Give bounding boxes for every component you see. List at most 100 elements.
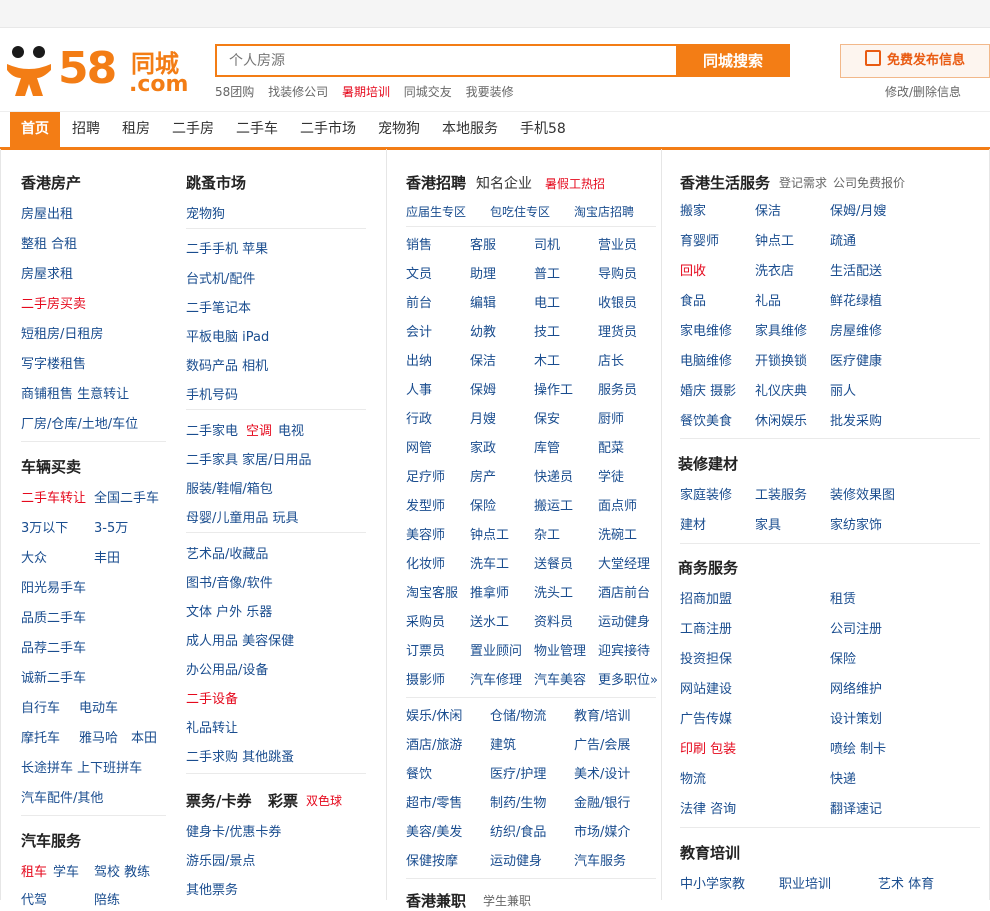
link[interactable]: 保洁 <box>470 350 496 369</box>
link[interactable]: 快递员 <box>534 466 573 485</box>
nav-item[interactable]: 手机58 <box>520 112 566 147</box>
link[interactable]: 导购员 <box>598 263 637 282</box>
link[interactable]: 销售 <box>406 234 432 253</box>
link[interactable]: 置业顾问 <box>470 640 522 659</box>
hot-jobs-link[interactable]: 暑假工热招 <box>545 175 605 192</box>
link[interactable]: 服装/鞋帽/箱包 <box>186 478 273 497</box>
link[interactable]: 摄影师 <box>406 669 445 688</box>
link[interactable]: 二手家电 <box>186 420 238 439</box>
link[interactable]: 图书/音像/软件 <box>186 572 273 591</box>
link[interactable]: 写字楼租售 <box>21 353 86 372</box>
link[interactable]: 资料员 <box>534 611 573 630</box>
link[interactable]: 编辑 <box>470 292 496 311</box>
link[interactable]: 人事 <box>406 379 432 398</box>
link[interactable]: 网管 <box>406 437 432 456</box>
link[interactable]: 雅马哈 <box>79 727 118 746</box>
link[interactable]: 健身卡/优惠卡券 <box>186 821 281 840</box>
link[interactable]: 礼品 <box>755 290 781 309</box>
link[interactable]: 全国二手车 <box>94 487 159 506</box>
hotlink[interactable]: 暑期培训 <box>342 85 390 99</box>
link[interactable]: 理货员 <box>598 321 637 340</box>
link[interactable]: 品荐二手车 <box>21 637 86 656</box>
link[interactable]: 中小学家教 <box>680 873 745 892</box>
link[interactable]: 送水工 <box>470 611 509 630</box>
link[interactable]: 推拿师 <box>470 582 509 601</box>
link[interactable]: 运动健身 <box>490 850 542 869</box>
link[interactable]: 迎宾接待 <box>598 640 650 659</box>
link[interactable]: 收银员 <box>598 292 637 311</box>
link[interactable]: 洗衣店 <box>755 260 794 279</box>
link[interactable]: 钟点工 <box>755 230 794 249</box>
link[interactable]: 月嫂 <box>470 408 496 427</box>
link[interactable]: 厂房/仓库/土地/车位 <box>21 413 138 432</box>
link[interactable]: 幼教 <box>470 321 496 340</box>
link[interactable]: 阳光易手车 <box>21 577 86 596</box>
link[interactable]: 礼品转让 <box>186 717 238 736</box>
link[interactable]: 化妆师 <box>406 553 445 572</box>
link[interactable]: 淘宝店招聘 <box>574 203 634 220</box>
link[interactable]: 文员 <box>406 263 432 282</box>
link[interactable]: 汽车美容 <box>534 669 586 688</box>
link[interactable]: 仓储/物流 <box>490 705 546 724</box>
link[interactable]: 3-5万 <box>94 517 128 536</box>
link[interactable]: 批发采购 <box>830 410 882 429</box>
link[interactable]: 短租房/日租房 <box>21 323 103 342</box>
nav-item[interactable]: 宠物狗 <box>378 112 420 147</box>
link[interactable]: 发型师 <box>406 495 445 514</box>
link[interactable]: 洗碗工 <box>598 524 637 543</box>
link[interactable]: 运动健身 <box>598 611 650 630</box>
link[interactable]: 包吃住专区 <box>490 203 550 220</box>
famous-companies-link[interactable]: 知名企业 <box>476 173 532 193</box>
link[interactable]: 医疗/护理 <box>490 763 546 782</box>
nav-item[interactable]: 招聘 <box>72 112 100 147</box>
link[interactable]: 大众 <box>21 547 47 566</box>
link[interactable]: 学车 <box>53 861 79 880</box>
link[interactable]: 保健按摩 <box>406 850 458 869</box>
link[interactable]: 休闲娱乐 <box>755 410 807 429</box>
link[interactable]: 职业培训 <box>779 873 831 892</box>
link[interactable]: 诚新二手车 <box>21 667 86 686</box>
link[interactable]: 成人用品 美容保健 <box>186 630 294 649</box>
link[interactable]: 本田 <box>131 727 157 746</box>
link[interactable]: 司机 <box>534 234 560 253</box>
modify-link[interactable]: 修改/删除信息 <box>885 83 961 100</box>
link[interactable]: 物流 <box>680 768 706 787</box>
hotlink[interactable]: 58团购 <box>215 85 254 99</box>
link[interactable]: 自行车 <box>21 697 60 716</box>
link[interactable]: 钟点工 <box>470 524 509 543</box>
link[interactable]: 招商加盟 <box>680 588 732 607</box>
link[interactable]: 搬家 <box>680 200 706 219</box>
nav-item[interactable]: 租房 <box>122 112 150 147</box>
link[interactable]: 营业员 <box>598 234 637 253</box>
link[interactable]: 平板电脑 iPad <box>186 326 269 345</box>
nav-item[interactable]: 本地服务 <box>442 112 498 147</box>
link[interactable]: 开锁换锁 <box>755 350 807 369</box>
link[interactable]: 餐饮 <box>406 763 432 782</box>
link[interactable]: 整租 合租 <box>21 233 77 252</box>
link[interactable]: 3万以下 <box>21 517 68 536</box>
publish-button[interactable]: 免费发布信息 <box>840 44 990 78</box>
link[interactable]: 保姆/月嫂 <box>830 200 886 219</box>
section-title-lottery[interactable]: 彩票 <box>268 790 298 811</box>
link[interactable]: 二手房买卖 <box>21 293 86 312</box>
link[interactable]: 快递 <box>830 768 856 787</box>
link[interactable]: 店长 <box>598 350 624 369</box>
link[interactable]: 厨师 <box>598 408 624 427</box>
link[interactable]: 采购员 <box>406 611 445 630</box>
link[interactable]: 保险 <box>830 648 856 667</box>
link[interactable]: 工商注册 <box>680 618 732 637</box>
search-input[interactable] <box>215 44 684 77</box>
link[interactable]: 其他票务 <box>186 879 238 898</box>
link[interactable]: 保洁 <box>755 200 781 219</box>
link[interactable]: 育婴师 <box>680 230 719 249</box>
link[interactable]: 金融/银行 <box>574 792 630 811</box>
link[interactable]: 学徒 <box>598 466 624 485</box>
link[interactable]: 酒店前台 <box>598 582 650 601</box>
link[interactable]: 普工 <box>534 263 560 282</box>
link[interactable]: 建筑 <box>490 734 516 753</box>
link[interactable]: 洗头工 <box>534 582 573 601</box>
link[interactable]: 公司注册 <box>830 618 882 637</box>
link[interactable]: 礼仪庆典 <box>755 380 807 399</box>
link[interactable]: 丰田 <box>94 547 120 566</box>
link[interactable]: 出纳 <box>406 350 432 369</box>
